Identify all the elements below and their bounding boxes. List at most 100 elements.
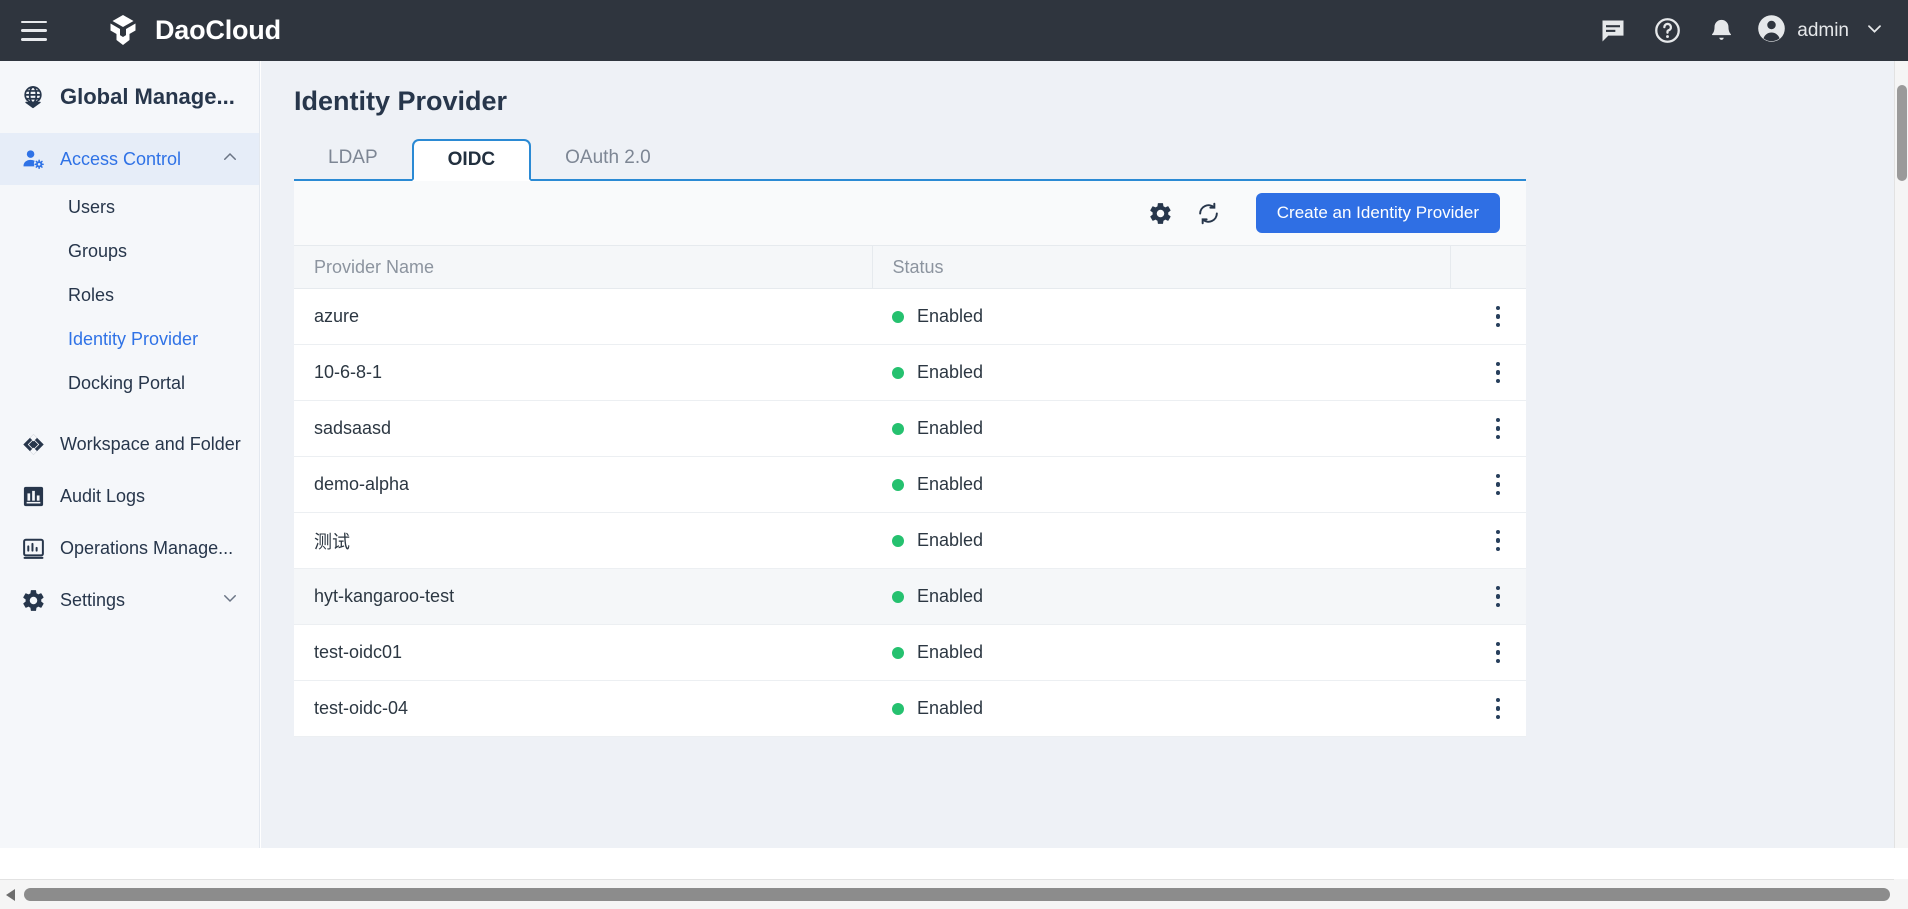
user-menu[interactable]: admin	[1756, 13, 1884, 49]
table-row[interactable]: hyt-kangaroo-test Enabled	[294, 569, 1526, 625]
tab-label: OIDC	[448, 149, 496, 171]
cell-provider-name: test-oidc-04	[294, 681, 872, 737]
refresh-icon[interactable]	[1194, 198, 1224, 228]
table-row[interactable]: sadsaasd Enabled	[294, 401, 1526, 457]
status-dot-icon	[892, 647, 904, 659]
cell-provider-name: sadsaasd	[294, 401, 872, 457]
header-actions: admin	[1586, 11, 1908, 51]
cell-actions	[1450, 401, 1526, 457]
tab-ldap[interactable]: LDAP	[294, 137, 412, 179]
kebab-menu-icon[interactable]	[1470, 418, 1526, 440]
gear-icon	[20, 587, 46, 613]
gear-icon[interactable]	[1146, 198, 1176, 228]
cell-provider-name: 10-6-8-1	[294, 345, 872, 401]
sidebar-title[interactable]: Global Manage...	[0, 61, 259, 133]
kebab-menu-icon[interactable]	[1470, 474, 1526, 496]
sidebar-sub-label: Users	[68, 197, 115, 218]
table-row[interactable]: 测试 Enabled	[294, 513, 1526, 569]
sidebar-item-users[interactable]: Users	[0, 185, 259, 229]
top-header: DaoCloud	[0, 0, 1908, 61]
cell-actions	[1450, 289, 1526, 345]
sidebar-sub-label: Groups	[68, 241, 127, 262]
daocloud-logo-icon	[104, 12, 142, 50]
bell-icon[interactable]	[1694, 11, 1748, 51]
status-label: Enabled	[917, 306, 983, 327]
kebab-menu-icon[interactable]	[1470, 306, 1526, 328]
status-dot-icon	[892, 423, 904, 435]
status-dot-icon	[892, 591, 904, 603]
sidebar-item-docking-portal[interactable]: Docking Portal	[0, 361, 259, 405]
globe-icon	[20, 84, 46, 110]
sidebar-item-workspace-and-folder[interactable]: Workspace and Folder	[0, 418, 259, 470]
column-header-provider-name[interactable]: Provider Name	[294, 246, 872, 289]
status-label: Enabled	[917, 362, 983, 383]
triangle-left-icon[interactable]	[0, 888, 22, 902]
table-header-row: Provider Name Status	[294, 246, 1526, 289]
sidebar-item-groups[interactable]: Groups	[0, 229, 259, 273]
status-label: Enabled	[917, 474, 983, 495]
cell-status: Enabled	[872, 289, 1450, 345]
status-dot-icon	[892, 479, 904, 491]
cell-status: Enabled	[872, 625, 1450, 681]
sidebar-item-label: Access Control	[60, 149, 181, 170]
sidebar-item-label: Audit Logs	[60, 486, 145, 507]
tab-label: OAuth 2.0	[565, 147, 651, 169]
table-body: azure Enabled 10-6-8-1	[294, 289, 1526, 737]
chat-icon[interactable]	[1586, 11, 1640, 51]
sidebar-item-identity-provider[interactable]: Identity Provider	[0, 317, 259, 361]
create-identity-provider-button[interactable]: Create an Identity Provider	[1256, 193, 1500, 233]
cell-actions	[1450, 625, 1526, 681]
vertical-scrollbar[interactable]	[1894, 61, 1908, 848]
cell-status: Enabled	[872, 345, 1450, 401]
vertical-scrollbar-thumb[interactable]	[1897, 85, 1907, 181]
cell-provider-name: demo-alpha	[294, 457, 872, 513]
status-dot-icon	[892, 311, 904, 323]
chevron-up-icon[interactable]	[217, 148, 239, 171]
kebab-menu-icon[interactable]	[1470, 642, 1526, 664]
hamburger-icon[interactable]	[21, 21, 47, 41]
horizontal-scrollbar[interactable]	[0, 879, 1908, 909]
sidebar-item-audit-logs[interactable]: Audit Logs	[0, 470, 259, 522]
main-content: Identity Provider LDAP OIDC OAuth 2.0	[261, 61, 1894, 848]
sidebar: Global Manage... Access Control U	[0, 61, 260, 848]
table-row[interactable]: test-oidc01 Enabled	[294, 625, 1526, 681]
cell-actions	[1450, 345, 1526, 401]
audit-icon	[20, 483, 46, 509]
chevron-down-icon[interactable]	[1865, 19, 1884, 43]
sidebar-item-operations-management[interactable]: Operations Manage...	[0, 522, 259, 574]
table-row[interactable]: azure Enabled	[294, 289, 1526, 345]
cell-provider-name: 测试	[294, 513, 872, 569]
app-root: DaoCloud	[0, 0, 1908, 909]
cell-actions	[1450, 681, 1526, 737]
cell-provider-name: azure	[294, 289, 872, 345]
scrollbar-corner	[1894, 879, 1908, 909]
sidebar-item-settings[interactable]: Settings	[0, 574, 259, 626]
kebab-menu-icon[interactable]	[1470, 362, 1526, 384]
kebab-menu-icon[interactable]	[1470, 698, 1526, 720]
sidebar-item-roles[interactable]: Roles	[0, 273, 259, 317]
status-label: Enabled	[917, 418, 983, 439]
table-row[interactable]: demo-alpha Enabled	[294, 457, 1526, 513]
table-row[interactable]: 10-6-8-1 Enabled	[294, 345, 1526, 401]
sidebar-item-access-control[interactable]: Access Control	[0, 133, 259, 185]
table-row[interactable]: test-oidc-04 Enabled	[294, 681, 1526, 737]
tab-oidc[interactable]: OIDC	[412, 139, 532, 181]
tab-oauth2[interactable]: OAuth 2.0	[531, 137, 685, 179]
sidebar-item-label: Settings	[60, 590, 125, 611]
chevron-down-icon[interactable]	[221, 589, 239, 612]
sidebar-title-label: Global Manage...	[60, 84, 235, 110]
cell-provider-name: test-oidc01	[294, 625, 872, 681]
help-icon[interactable]	[1640, 11, 1694, 51]
status-label: Enabled	[917, 586, 983, 607]
sidebar-sub-label: Docking Portal	[68, 373, 185, 394]
status-label: Enabled	[917, 698, 983, 719]
kebab-menu-icon[interactable]	[1470, 530, 1526, 552]
kebab-menu-icon[interactable]	[1470, 586, 1526, 608]
horizontal-scrollbar-thumb[interactable]	[24, 888, 1890, 901]
table-head: Provider Name Status	[294, 246, 1526, 289]
column-header-status[interactable]: Status	[872, 246, 1450, 289]
brand: DaoCloud	[104, 12, 281, 50]
cell-actions	[1450, 457, 1526, 513]
operations-icon	[20, 535, 46, 561]
tab-label: LDAP	[328, 147, 378, 169]
